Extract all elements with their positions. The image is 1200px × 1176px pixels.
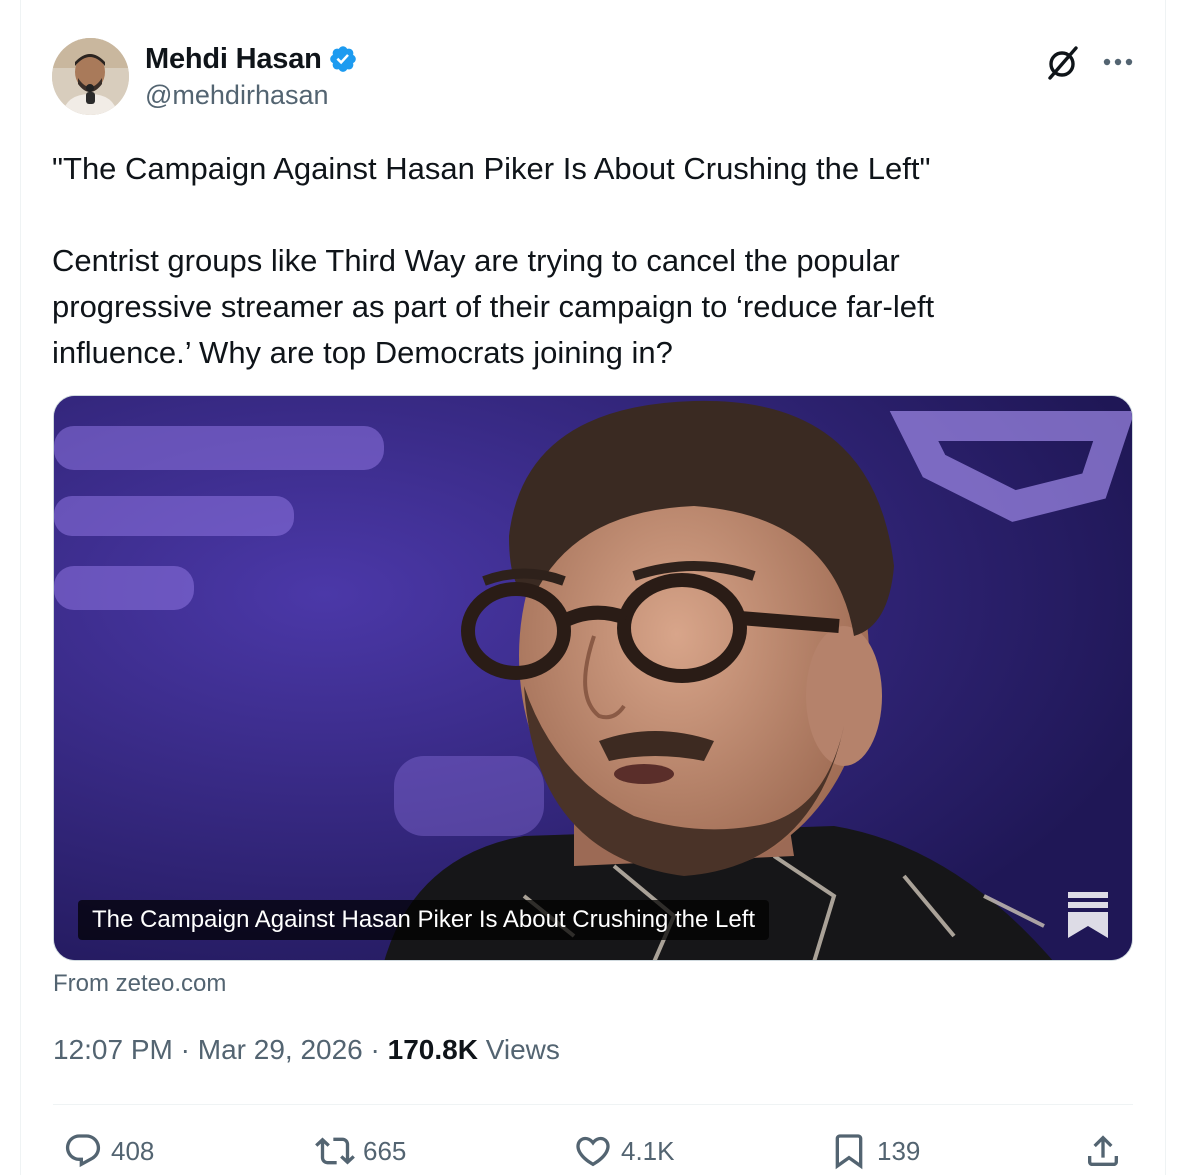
meta-separator: · <box>362 1034 388 1065</box>
card-caption[interactable]: The Campaign Against Hasan Piker Is Abou… <box>78 900 770 940</box>
like-icon <box>576 1136 610 1167</box>
tweet-text: "The Campaign Against Hasan Piker Is Abo… <box>52 146 1112 376</box>
share-button[interactable] <box>1083 1126 1131 1176</box>
tweet-meta: 12:07 PM · Mar 29, 2026 · 170.8K Views <box>53 1034 560 1066</box>
tweet-body-line: Centrist groups like Third Way are tryin… <box>52 243 935 370</box>
card-source[interactable]: From zeteo.com <box>53 970 226 998</box>
tweet-date[interactable]: Mar 29, 2026 <box>198 1034 363 1065</box>
views-count[interactable]: 170.8K <box>388 1034 478 1065</box>
author-names: Mehdi Hasan @mehdirhasan <box>145 40 358 111</box>
tweet-quote-line: "The Campaign Against Hasan Piker Is Abo… <box>52 151 931 186</box>
author-handle[interactable]: @mehdirhasan <box>145 80 358 111</box>
verified-badge-icon[interactable] <box>328 44 358 74</box>
avatar[interactable] <box>52 38 129 115</box>
bookmark-button[interactable]: 139 <box>829 1126 920 1176</box>
meta-separator: · <box>172 1034 198 1065</box>
retweet-count: 665 <box>363 1135 407 1166</box>
more-icon[interactable] <box>1098 44 1138 80</box>
substack-icon <box>1068 892 1108 938</box>
like-count: 4.1K <box>621 1135 675 1166</box>
display-name-row: Mehdi Hasan <box>145 40 358 78</box>
link-card[interactable]: The Campaign Against Hasan Piker Is Abou… <box>53 395 1133 961</box>
reply-count: 408 <box>111 1135 155 1166</box>
tweet-time[interactable]: 12:07 PM <box>53 1034 173 1065</box>
bookmark-icon <box>835 1134 863 1170</box>
action-bar: 408 665 4.1K 139 <box>53 1126 1133 1176</box>
avatar-image <box>52 38 129 115</box>
tweet-header: Mehdi Hasan @mehdirhasan <box>52 38 1142 118</box>
retweet-button[interactable]: 665 <box>315 1126 406 1176</box>
views-label: Views <box>485 1034 560 1065</box>
bookmark-count: 139 <box>877 1135 921 1166</box>
grok-icon[interactable] <box>1042 42 1082 82</box>
retweet-icon <box>315 1137 355 1165</box>
display-name[interactable]: Mehdi Hasan <box>145 43 322 76</box>
reply-button[interactable]: 408 <box>63 1126 154 1176</box>
divider <box>53 1104 1133 1105</box>
reply-icon <box>65 1134 101 1168</box>
card-photo <box>54 396 1132 960</box>
like-button[interactable]: 4.1K <box>573 1126 675 1176</box>
share-icon <box>1088 1135 1118 1166</box>
